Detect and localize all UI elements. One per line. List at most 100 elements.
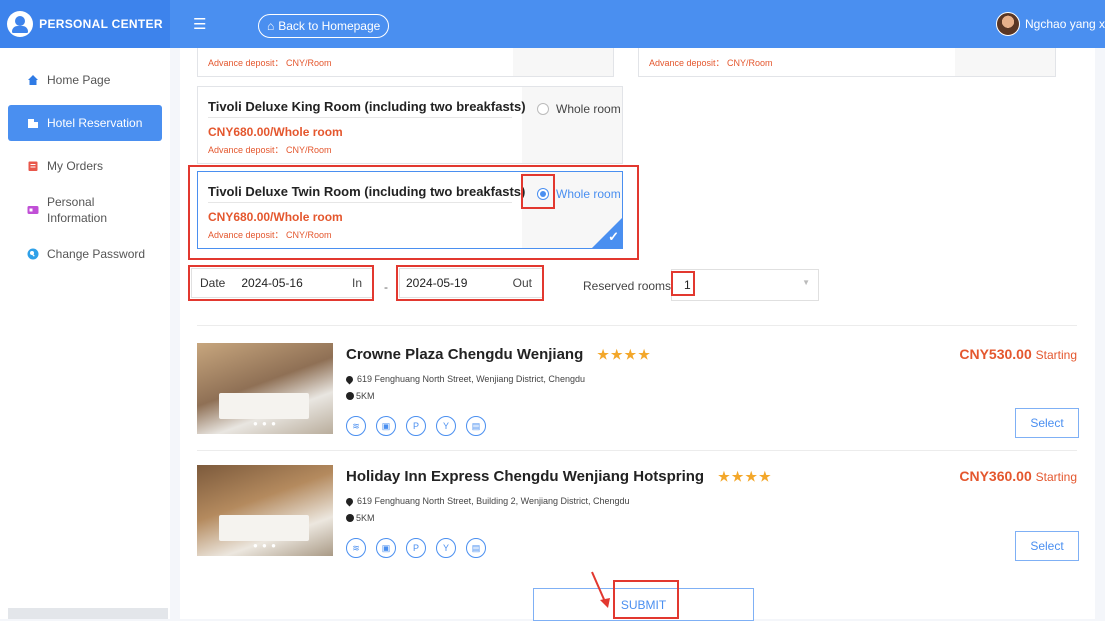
dining-icon: Y	[436, 538, 456, 558]
sidebar-item-label: Home Page	[47, 73, 111, 87]
hotel-address: 619 Fenghuang North Street, Building 2, …	[344, 496, 630, 506]
divider	[208, 117, 512, 118]
room-option-label: Whole room	[556, 187, 621, 201]
reserved-rooms-label: Reserved rooms	[583, 279, 672, 293]
room-deposit: Advance deposit： CNY/Room	[208, 145, 332, 155]
room-card-partial-right[interactable]: Advance deposit： CNY/Room	[638, 48, 1056, 77]
breakfast-icon: ▤	[466, 416, 486, 436]
room-deposit: Advance deposit： CNY/Room	[649, 58, 773, 68]
hotel-icon	[28, 119, 38, 128]
hotel-photo[interactable]: ● ● ●	[197, 343, 333, 434]
hotel-price: CNY530.00 Starting	[959, 346, 1077, 362]
date-separator: -	[384, 280, 388, 294]
amenities: ≋ ▣ P Y ▤	[346, 538, 486, 558]
bed-image	[219, 515, 309, 541]
wifi-icon: ≋	[346, 416, 366, 436]
arrow-annotation-icon	[591, 571, 610, 608]
selected-check-icon: ✓	[592, 218, 622, 248]
computer-icon: ▣	[376, 416, 396, 436]
check-out-value: 2024-05-19	[406, 276, 468, 290]
orders-icon	[28, 161, 38, 171]
hotel-name[interactable]: Crowne Plaza Chengdu Wenjiang ★★★★	[346, 346, 652, 363]
check-out-date-field[interactable]: 2024-05-19 Out	[399, 268, 543, 298]
submit-button[interactable]: SUBMIT	[533, 588, 754, 621]
reserved-rooms-select[interactable]: 1 ▼	[671, 269, 819, 301]
hotel-distance: 5KM	[346, 391, 375, 401]
room-card-side	[955, 48, 1055, 76]
sidebar-item-home[interactable]: Home Page	[8, 66, 162, 94]
out-label: Out	[512, 276, 532, 290]
hotel-photo[interactable]: ● ● ●	[197, 465, 333, 556]
hotel-price-value: CNY360.00	[959, 468, 1032, 484]
parking-icon: P	[406, 538, 426, 558]
distance-icon	[346, 392, 354, 400]
carousel-dots[interactable]: ● ● ●	[253, 541, 277, 550]
logo-text: PERSONAL CENTER	[39, 17, 163, 31]
home-icon: ⌂	[267, 19, 275, 33]
room-name: Tivoli Deluxe Twin Room (including two b…	[208, 184, 526, 199]
menu-toggle-icon[interactable]: ☰	[193, 15, 206, 33]
room-radio[interactable]	[537, 103, 549, 115]
computer-icon: ▣	[376, 538, 396, 558]
parking-icon: P	[406, 416, 426, 436]
carousel-dots[interactable]: ● ● ●	[253, 419, 277, 428]
top-bar: PERSONAL CENTER ☰ ⌂ Back to Homepage Ngc…	[0, 0, 1105, 48]
sidebar: Home Page Hotel Reservation My Orders Pe…	[0, 48, 170, 619]
hotel-name-text: Holiday Inn Express Chengdu Wenjiang Hot…	[346, 468, 705, 485]
hotel-name[interactable]: Holiday Inn Express Chengdu Wenjiang Hot…	[346, 468, 773, 485]
location-pin-icon	[344, 374, 355, 384]
bed-image	[219, 393, 309, 419]
sidebar-item-label: Personal Information	[47, 195, 108, 225]
sidebar-item-label: Change Password	[47, 247, 146, 261]
amenities: ≋ ▣ P Y ▤	[346, 416, 486, 436]
room-card-king[interactable]: Whole room Tivoli Deluxe King Room (incl…	[197, 86, 623, 164]
sidebar-item-label: My Orders	[47, 159, 104, 173]
location-pin-icon	[344, 496, 355, 506]
sidebar-item-label: Hotel Reservation	[47, 116, 143, 130]
price-suffix: Starting	[1035, 470, 1077, 484]
user-badge-icon	[7, 11, 34, 37]
breakfast-icon: ▤	[466, 538, 486, 558]
dining-icon: Y	[436, 416, 456, 436]
room-name: Tivoli Deluxe King Room (including two b…	[208, 99, 526, 114]
divider	[208, 202, 512, 203]
divider	[197, 450, 1077, 451]
sidebar-item-my-orders[interactable]: My Orders	[8, 152, 162, 180]
room-card-side: Whole room	[522, 87, 622, 163]
room-price: CNY680.00/Whole room	[208, 125, 343, 139]
hotel-distance-text: 5KM	[356, 391, 375, 401]
room-card-twin[interactable]: Whole room Tivoli Deluxe Twin Room (incl…	[197, 171, 623, 249]
submit-label: SUBMIT	[620, 597, 667, 612]
hotel-name-text: Crowne Plaza Chengdu Wenjiang	[346, 346, 584, 363]
home-icon	[28, 75, 38, 85]
room-price: CNY680.00/Whole room	[208, 210, 343, 224]
sidebar-item-personal-information[interactable]: Personal Information	[8, 190, 162, 230]
chevron-down-icon: ▼	[802, 278, 810, 287]
check-in-date-field[interactable]: Date 2024-05-16 In	[191, 268, 373, 298]
back-to-homepage-button[interactable]: ⌂ Back to Homepage	[258, 14, 390, 38]
hotel-address-text: 619 Fenghuang North Street, Building 2, …	[357, 496, 630, 506]
hotel-distance-text: 5KM	[356, 513, 375, 523]
select-hotel-button[interactable]: Select	[1015, 531, 1079, 561]
user-name: Ngchao yang x l	[1025, 17, 1105, 31]
select-hotel-button[interactable]: Select	[1015, 408, 1079, 438]
user-menu[interactable]: Ngchao yang x l	[996, 12, 1105, 36]
sidebar-item-change-password[interactable]: Change Password	[8, 240, 162, 268]
date-label: Date	[200, 276, 226, 290]
hotel-address: 619 Fenghuang North Street, Wenjiang Dis…	[344, 374, 585, 384]
back-label: Back to Homepage	[278, 19, 381, 33]
reserved-rooms-value: 1	[684, 278, 691, 292]
room-card-partial-left[interactable]: Advance deposit： CNY/Room	[197, 48, 614, 77]
room-radio-selected[interactable]	[537, 188, 549, 200]
price-suffix: Starting	[1035, 348, 1077, 362]
sidebar-item-hotel-reservation[interactable]: Hotel Reservation	[8, 105, 162, 141]
logo: PERSONAL CENTER	[0, 0, 170, 48]
distance-icon	[346, 514, 354, 522]
hotel-distance: 5KM	[346, 513, 375, 523]
room-card-side	[513, 48, 613, 76]
hotel-price: CNY360.00 Starting	[959, 468, 1077, 484]
hotel-address-text: 619 Fenghuang North Street, Wenjiang Dis…	[357, 374, 585, 384]
room-deposit: Advance deposit： CNY/Room	[208, 230, 332, 240]
sidebar-scrollbar[interactable]	[8, 608, 168, 619]
id-card-icon	[27, 206, 39, 214]
